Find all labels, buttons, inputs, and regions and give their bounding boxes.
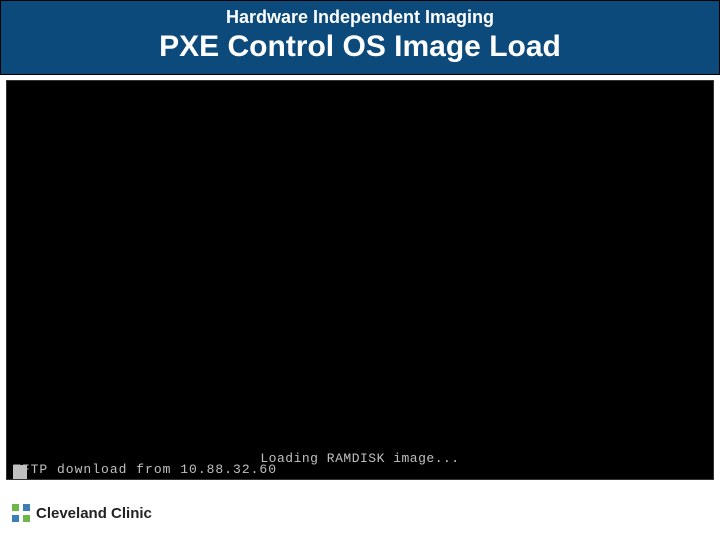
tftp-download-line: TFTP download from 10.88.32.60 xyxy=(13,462,277,477)
cleveland-clinic-icon xyxy=(12,504,30,522)
footer-brand-text: Cleveland Clinic xyxy=(36,505,152,522)
header-title: PXE Control OS Image Load xyxy=(1,30,719,64)
footer-brand: Cleveland Clinic xyxy=(12,504,152,522)
header-subtitle: Hardware Independent Imaging xyxy=(1,7,719,28)
slide-header: Hardware Independent Imaging PXE Control… xyxy=(0,0,720,75)
boot-terminal: Loading RAMDISK image... TFTP download f… xyxy=(6,80,714,480)
